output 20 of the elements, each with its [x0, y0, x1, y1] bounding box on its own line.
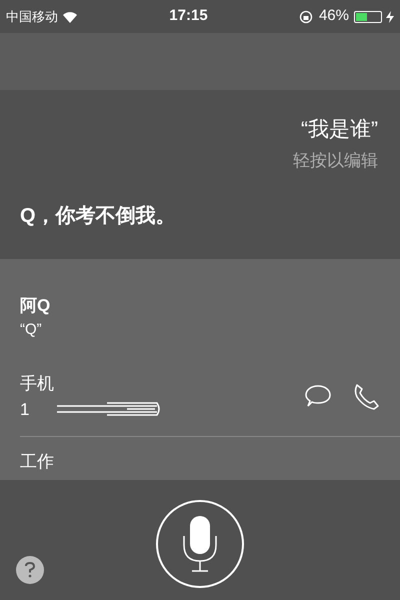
edit-hint: 轻按以编辑 [293, 150, 378, 172]
battery-icon [354, 10, 382, 22]
contact-name: 阿Q [20, 295, 52, 317]
contact-nickname: “Q” [20, 320, 43, 340]
phone-icon[interactable] [352, 382, 380, 410]
spoken-query[interactable]: “我是谁” [301, 114, 378, 146]
question-mark-icon [25, 562, 35, 578]
field-label: 工作 [20, 451, 55, 473]
phone-number[interactable]: 1 [20, 396, 30, 422]
battery-percent: 46% [318, 6, 349, 26]
message-bubble-icon[interactable] [304, 384, 332, 410]
microphone-icon [183, 515, 217, 573]
microphone-button[interactable] [156, 500, 244, 588]
clock-time: 17:15 [169, 6, 208, 26]
field-label: 手机 [20, 373, 55, 395]
siri-answer: Q，你考不倒我。 [19, 204, 177, 229]
wifi-icon [62, 10, 78, 22]
rotation-lock-icon [298, 10, 313, 24]
help-button[interactable] [16, 556, 44, 584]
carrier-name: 中国移动 [6, 8, 58, 26]
